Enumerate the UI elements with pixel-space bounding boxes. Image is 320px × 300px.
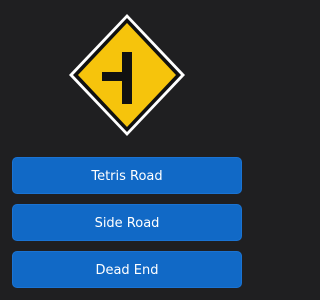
side-road-right-warning-sign-icon	[69, 14, 185, 136]
answer-label: Dead End	[95, 263, 159, 278]
answer-button-3[interactable]: Dead End	[12, 251, 242, 288]
answer-button-1[interactable]: Tetris Road	[12, 157, 242, 194]
answer-label: Side Road	[94, 216, 160, 231]
quiz-screen: Tetris Road Side Road Dead End	[0, 0, 254, 300]
question-sign-area	[0, 0, 254, 150]
answer-label: Tetris Road	[91, 169, 163, 184]
answer-button-2[interactable]: Side Road	[12, 204, 242, 241]
